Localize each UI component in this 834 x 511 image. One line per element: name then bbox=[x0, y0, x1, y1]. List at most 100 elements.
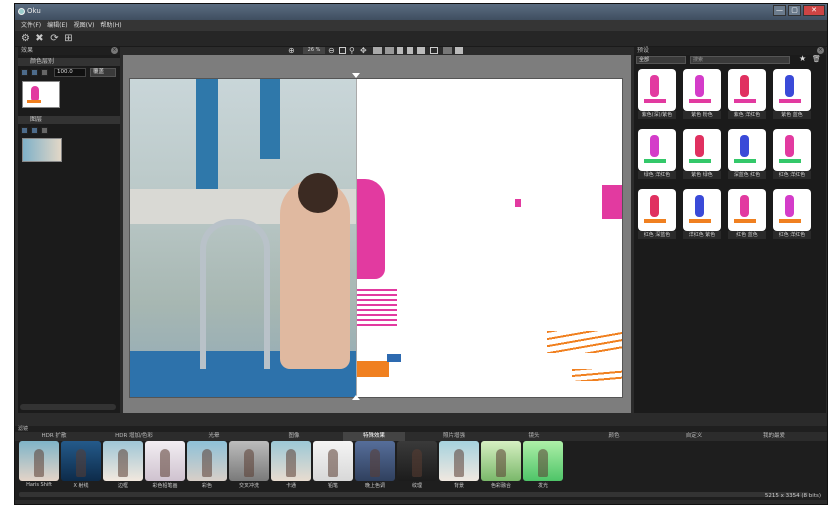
preset-item[interactable]: 红色 洋红色 bbox=[773, 189, 811, 241]
filter-category-tab[interactable]: 照片增强 bbox=[423, 432, 485, 441]
filter-category-tab[interactable]: 自定义 bbox=[663, 432, 725, 441]
preset-item[interactable]: 红色 蓝色 bbox=[728, 189, 766, 241]
effect-item[interactable]: X 射线 bbox=[61, 441, 101, 491]
effect-item[interactable]: 背景 bbox=[439, 441, 479, 491]
filter-category-tab[interactable]: HDR 增加/色彩 bbox=[103, 432, 165, 441]
split-view-icon[interactable] bbox=[373, 47, 382, 54]
close-image-icon[interactable]: ✖ bbox=[34, 33, 45, 44]
histogram-icon[interactable] bbox=[443, 47, 452, 54]
filter-category-tab[interactable]: 镜头 bbox=[503, 432, 565, 441]
presets-panel-close-icon[interactable]: × bbox=[817, 47, 824, 54]
result-view-icon[interactable] bbox=[407, 47, 413, 54]
layer-mask-icon[interactable] bbox=[31, 69, 38, 76]
refresh-icon[interactable]: ⟳ bbox=[49, 33, 60, 44]
favorite-star-icon[interactable]: ★ bbox=[799, 54, 806, 63]
preset-label: 红色 洋红色 bbox=[773, 231, 811, 239]
image-visible-icon[interactable] bbox=[21, 127, 28, 134]
preset-item[interactable]: 紫色 绿色 bbox=[683, 129, 721, 181]
effect-thumbnail bbox=[229, 441, 269, 481]
effect-label: 纹理 bbox=[411, 483, 422, 489]
preset-item[interactable]: 紫色 洋红色 bbox=[728, 69, 766, 121]
effect-item[interactable]: 发光 bbox=[523, 441, 563, 491]
left-panel-scrollbar[interactable] bbox=[20, 404, 116, 410]
effect-item[interactable]: Haris Shift bbox=[19, 441, 59, 491]
preset-thumbnail bbox=[773, 189, 811, 231]
minimize-button[interactable]: — bbox=[773, 5, 786, 16]
effect-label: 背景 bbox=[453, 483, 464, 489]
close-button[interactable]: ✕ bbox=[803, 5, 825, 16]
image-layer-thumbnail[interactable] bbox=[22, 138, 62, 162]
effect-thumbnail bbox=[271, 441, 311, 481]
filter-category-tab[interactable]: 颜色 bbox=[583, 432, 645, 441]
preview-image[interactable] bbox=[129, 78, 623, 398]
image-brush-icon[interactable] bbox=[41, 127, 48, 134]
zoom-value[interactable]: 26 % bbox=[303, 47, 325, 54]
preset-thumbnail bbox=[728, 189, 766, 231]
effect-item[interactable]: 交叉冲洗 bbox=[229, 441, 269, 491]
magnifier-icon[interactable]: ⚲ bbox=[349, 46, 355, 55]
fit-screen-icon[interactable]: ⊞ bbox=[63, 33, 74, 44]
preset-item[interactable]: 绿色 洋红色 bbox=[638, 129, 676, 181]
preset-thumbnail bbox=[773, 129, 811, 171]
zoom-out-icon[interactable]: ⊖ bbox=[328, 46, 335, 55]
preset-item[interactable]: 紫色 粉色 bbox=[683, 69, 721, 121]
original-view-icon[interactable] bbox=[397, 47, 403, 54]
preset-item[interactable]: 紫色 蓝色 bbox=[773, 69, 811, 121]
effect-item[interactable]: 铅笔 bbox=[313, 441, 353, 491]
layer-visible-icon[interactable] bbox=[21, 69, 28, 76]
gear-icon[interactable]: ⚙ bbox=[20, 33, 31, 44]
filter-category-tab[interactable]: 我的最爱 bbox=[743, 432, 805, 441]
effects-panel-close-icon[interactable]: × bbox=[111, 47, 118, 54]
effect-half bbox=[357, 79, 622, 397]
layer-brush-icon[interactable] bbox=[41, 69, 48, 76]
preset-label: 紫色 绿色 bbox=[683, 171, 721, 179]
zoom-in-icon[interactable]: ⊕ bbox=[288, 46, 295, 55]
image-info-icon[interactable] bbox=[455, 47, 463, 54]
effect-thumbnail bbox=[19, 441, 59, 481]
effect-item[interactable]: 色彩融合 bbox=[481, 441, 521, 491]
menu-help[interactable]: 帮助(H) bbox=[100, 20, 121, 31]
filter-category-tab[interactable]: 光晕 bbox=[183, 432, 245, 441]
effect-thumbnail bbox=[397, 441, 437, 481]
delete-preset-icon[interactable]: 🗑 bbox=[812, 55, 821, 63]
preset-item[interactable]: 红色 深蓝色 bbox=[638, 189, 676, 241]
move-icon[interactable]: ✥ bbox=[360, 46, 367, 55]
camera-icon[interactable] bbox=[417, 47, 425, 54]
filter-category-tab[interactable]: HDR 扩散 bbox=[23, 432, 85, 441]
effect-item[interactable]: 纹理 bbox=[397, 441, 437, 491]
effect-item[interactable]: 彩色 bbox=[187, 441, 227, 491]
preset-thumbnail bbox=[728, 129, 766, 171]
preset-item[interactable]: 红色 洋红色 bbox=[773, 129, 811, 181]
effect-item[interactable]: 卡通 bbox=[271, 441, 311, 491]
effects-scrollbar[interactable] bbox=[19, 492, 809, 497]
preset-filter-select[interactable]: 全部 bbox=[636, 56, 686, 64]
crop-icon[interactable] bbox=[430, 47, 438, 54]
layer-thumbnail[interactable] bbox=[22, 81, 60, 108]
blend-mode-select[interactable]: 覆盖 bbox=[90, 68, 116, 77]
canvas-area[interactable] bbox=[123, 55, 631, 413]
effect-item[interactable]: 边框 bbox=[103, 441, 143, 491]
preset-item[interactable]: 深蓝色 红色 bbox=[728, 129, 766, 181]
layer-header: 颜色层别 bbox=[18, 58, 120, 66]
effect-thumbnail bbox=[313, 441, 353, 481]
effect-item[interactable]: 晚上色调 bbox=[355, 441, 395, 491]
split-top-handle-icon[interactable] bbox=[352, 73, 360, 78]
maximize-button[interactable]: ▢ bbox=[788, 5, 801, 16]
effect-label: 边框 bbox=[117, 483, 128, 489]
side-by-side-icon[interactable] bbox=[385, 47, 394, 54]
opacity-input[interactable]: 100.0 bbox=[54, 68, 86, 77]
filter-category-tab[interactable]: 图像 bbox=[263, 432, 325, 441]
preset-search-input[interactable]: 搜索 bbox=[690, 56, 790, 64]
image-mask-icon[interactable] bbox=[31, 127, 38, 134]
menu-edit[interactable]: 编辑(E) bbox=[47, 20, 67, 31]
grid-icon[interactable] bbox=[339, 47, 346, 54]
menu-file[interactable]: 文件(F) bbox=[21, 20, 41, 31]
effect-item[interactable]: 彩色铅笔画 bbox=[145, 441, 185, 491]
preset-item[interactable]: 洋红色 紫色 bbox=[683, 189, 721, 241]
view-toolbar: ⊕ 26 % ⊖ ⚲ ✥ bbox=[123, 46, 631, 55]
menu-view[interactable]: 视图(V) bbox=[74, 20, 95, 31]
split-bottom-handle-icon[interactable] bbox=[352, 395, 360, 400]
preset-label: 红色 洋红色 bbox=[773, 171, 811, 179]
filter-category-tab[interactable]: 特殊效果 bbox=[343, 432, 405, 441]
preset-item[interactable]: 紫色(深)/紫色 bbox=[638, 69, 676, 121]
